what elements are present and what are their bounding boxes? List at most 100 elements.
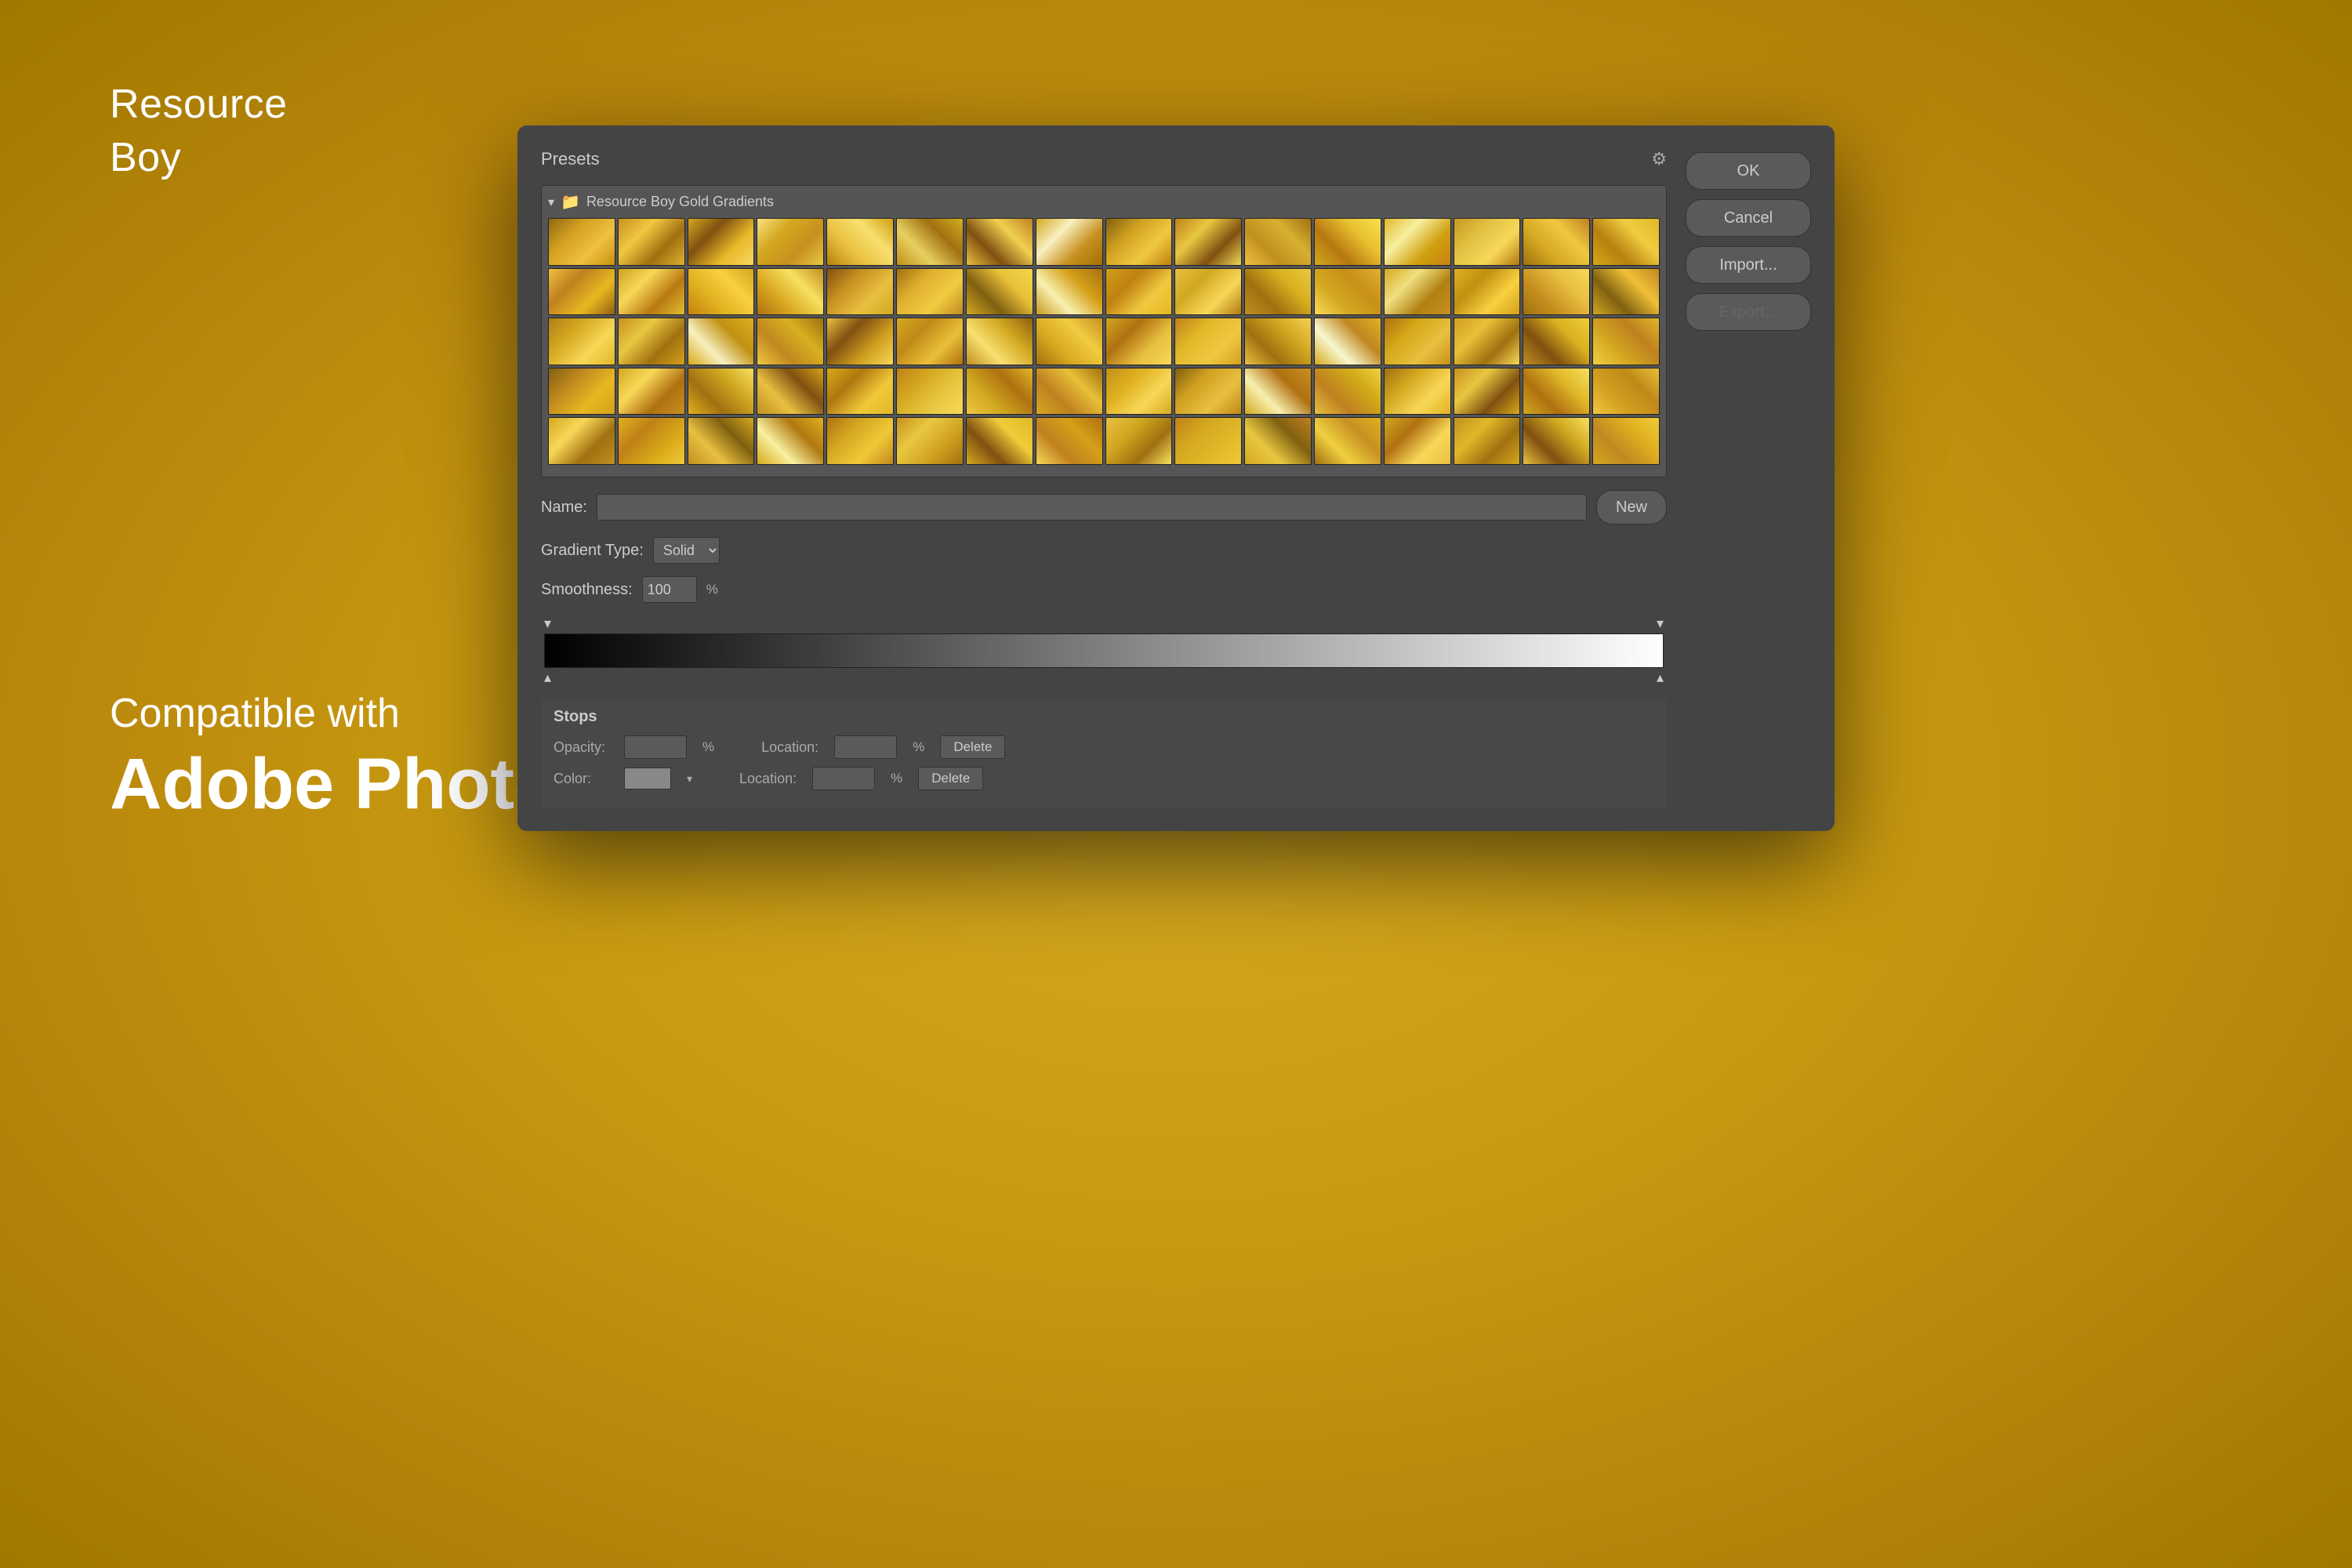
opacity-stop-left[interactable]: ▾ <box>544 615 551 632</box>
gradient-swatch[interactable] <box>1384 368 1451 416</box>
gradient-swatch[interactable] <box>1036 417 1103 465</box>
gradient-swatch[interactable] <box>1314 268 1381 316</box>
gradient-swatch[interactable] <box>896 268 964 316</box>
gradient-swatch[interactable] <box>1592 417 1660 465</box>
gradient-swatch[interactable] <box>1036 368 1103 416</box>
gradient-swatch[interactable] <box>688 417 755 465</box>
gradient-swatch[interactable] <box>1174 268 1242 316</box>
gradient-swatch[interactable] <box>1244 368 1312 416</box>
gradient-swatch[interactable] <box>826 268 894 316</box>
gradient-swatch[interactable] <box>618 318 685 365</box>
gradient-swatch[interactable] <box>896 318 964 365</box>
gradient-swatch[interactable] <box>757 218 824 266</box>
gradient-swatch[interactable] <box>618 417 685 465</box>
gradient-swatch[interactable] <box>1105 318 1173 365</box>
gradient-swatch[interactable] <box>1384 417 1451 465</box>
ok-button[interactable]: OK <box>1686 152 1811 190</box>
gradient-swatch[interactable] <box>1523 318 1590 365</box>
gradient-swatch[interactable] <box>1036 318 1103 365</box>
gear-icon[interactable]: ⚙ <box>1651 149 1667 169</box>
gradient-swatch[interactable] <box>1244 268 1312 316</box>
name-input[interactable] <box>597 494 1587 521</box>
gradient-swatch[interactable] <box>1036 268 1103 316</box>
gradient-swatch[interactable] <box>618 368 685 416</box>
gradient-swatch[interactable] <box>896 218 964 266</box>
opacity-value-input[interactable] <box>624 735 687 759</box>
gradient-swatch[interactable] <box>1105 417 1173 465</box>
opacity-delete-button[interactable]: Delete <box>940 735 1005 759</box>
gradient-swatch[interactable] <box>1314 368 1381 416</box>
gradient-swatch[interactable] <box>1592 218 1660 266</box>
gradient-swatch[interactable] <box>1384 268 1451 316</box>
gradient-swatch[interactable] <box>826 218 894 266</box>
new-button[interactable]: New <box>1596 490 1667 524</box>
gradient-swatch[interactable] <box>1384 318 1451 365</box>
smoothness-input[interactable] <box>642 576 697 603</box>
gradient-swatch[interactable] <box>548 268 615 316</box>
gradient-swatch[interactable] <box>1174 417 1242 465</box>
gradient-swatch[interactable] <box>688 368 755 416</box>
gradient-swatch[interactable] <box>1314 318 1381 365</box>
gradient-type-select[interactable]: Solid Noise <box>653 537 720 564</box>
gradient-swatch[interactable] <box>1454 318 1521 365</box>
import-button[interactable]: Import... <box>1686 246 1811 284</box>
gradient-swatch[interactable] <box>618 268 685 316</box>
color-delete-button[interactable]: Delete <box>918 767 983 790</box>
gradient-swatch[interactable] <box>1454 417 1521 465</box>
gradient-swatch[interactable] <box>688 218 755 266</box>
gradient-swatch[interactable] <box>966 218 1033 266</box>
opacity-location-input[interactable] <box>834 735 897 759</box>
gradient-swatch[interactable] <box>1174 318 1242 365</box>
gradient-swatch[interactable] <box>757 268 824 316</box>
chevron-icon[interactable]: ▾ <box>548 194 554 210</box>
gradient-swatch[interactable] <box>618 218 685 266</box>
gradient-swatch[interactable] <box>1523 417 1590 465</box>
gradient-swatch[interactable] <box>1384 218 1451 266</box>
gradient-preview-bar[interactable] <box>544 633 1664 668</box>
gradient-swatch[interactable] <box>826 318 894 365</box>
gradient-swatch[interactable] <box>1592 268 1660 316</box>
opacity-stop-right[interactable]: ▾ <box>1657 615 1664 632</box>
gradient-swatch[interactable] <box>1174 368 1242 416</box>
gradient-swatch[interactable] <box>896 368 964 416</box>
gradient-swatch[interactable] <box>548 417 615 465</box>
color-dropdown-arrow[interactable]: ▾ <box>687 772 692 786</box>
gradient-swatch[interactable] <box>1454 368 1521 416</box>
gradient-swatch[interactable] <box>966 417 1033 465</box>
gradient-swatch[interactable] <box>548 318 615 365</box>
gradient-swatch[interactable] <box>966 268 1033 316</box>
gradient-swatch[interactable] <box>1244 318 1312 365</box>
gradient-swatch[interactable] <box>1523 268 1590 316</box>
gradient-swatch[interactable] <box>1105 218 1173 266</box>
gradient-swatch[interactable] <box>966 368 1033 416</box>
gradient-swatch[interactable] <box>826 417 894 465</box>
gradient-swatch[interactable] <box>757 318 824 365</box>
color-stop-right[interactable]: ▴ <box>1657 670 1664 686</box>
gradient-swatch[interactable] <box>1244 417 1312 465</box>
gradient-swatch[interactable] <box>688 268 755 316</box>
gradient-swatch[interactable] <box>1592 368 1660 416</box>
cancel-button[interactable]: Cancel <box>1686 199 1811 237</box>
color-stop-left[interactable]: ▴ <box>544 670 551 686</box>
gradient-swatch[interactable] <box>966 318 1033 365</box>
gradient-swatch[interactable] <box>1454 218 1521 266</box>
gradient-swatch[interactable] <box>548 218 615 266</box>
color-location-input[interactable] <box>812 767 875 790</box>
gradient-swatch[interactable] <box>1314 417 1381 465</box>
gradient-swatch[interactable] <box>1244 218 1312 266</box>
gradient-swatch[interactable] <box>1314 218 1381 266</box>
gradient-swatch[interactable] <box>688 318 755 365</box>
gradient-swatch[interactable] <box>757 368 824 416</box>
color-swatch[interactable] <box>624 768 671 789</box>
gradient-swatch[interactable] <box>1523 368 1590 416</box>
gradient-swatch[interactable] <box>1454 268 1521 316</box>
gradient-swatch[interactable] <box>896 417 964 465</box>
gradient-swatch[interactable] <box>1592 318 1660 365</box>
gradient-swatch[interactable] <box>757 417 824 465</box>
gradient-swatch[interactable] <box>548 368 615 416</box>
gradient-swatch[interactable] <box>1523 218 1590 266</box>
gradient-swatch[interactable] <box>1174 218 1242 266</box>
gradient-swatch[interactable] <box>1036 218 1103 266</box>
gradient-swatch[interactable] <box>826 368 894 416</box>
export-button[interactable]: Export... <box>1686 293 1811 331</box>
